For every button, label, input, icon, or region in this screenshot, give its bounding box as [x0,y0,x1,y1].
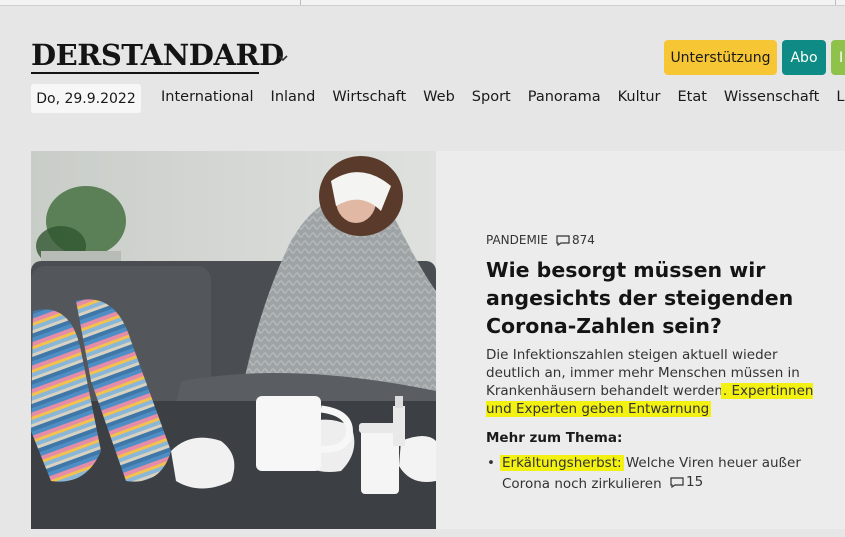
related-comment-value: 15 [685,474,704,490]
nav-item-wissenschaft[interactable]: Wissenschaft [724,89,819,105]
related-highlight: Erkältungsherbst: [502,455,622,471]
sick-woman-sofa-illustration [31,151,436,529]
kicker-label[interactable]: PANDEMIE [486,233,548,247]
nav-item-panorama[interactable]: Panorama [528,89,601,105]
more-topic-title: Mehr zum Thema: [486,430,623,446]
comment-bubble-icon [556,234,570,246]
nav-item-inland[interactable]: Inland [271,89,316,105]
support-button[interactable]: Unterstützung [664,40,777,75]
section-nav: International Inland Wirtschaft Web Spor… [161,89,845,105]
date-chip: Do, 29.9.2022 [31,84,141,113]
browser-top-strip [0,0,845,6]
strip-divider [300,0,301,5]
nav-item-wirtschaft[interactable]: Wirtschaft [332,89,406,105]
abo-button[interactable]: Abo [782,40,826,75]
related-list: • Erkältungsherbst: Welche Viren heuer a… [486,454,816,494]
site-logo[interactable]: DERSTANDARD [31,40,284,74]
article-kicker: PANDEMIE 874 [486,233,595,247]
article-teaser[interactable]: Die Infektionszahlen steigen aktuell wie… [486,346,831,418]
nav-item-international[interactable]: International [161,89,254,105]
nav-item-lifestyle[interactable]: Lif [836,89,845,105]
comment-bubble-icon [670,477,684,488]
comment-count[interactable]: 874 [556,233,595,247]
nav-item-web[interactable]: Web [423,89,455,105]
nav-item-etat[interactable]: Etat [677,89,706,105]
logo-underline [31,72,259,74]
related-comment-count[interactable]: 15 [670,473,703,492]
comment-count-value: 874 [571,233,595,247]
chevron-down-icon[interactable] [278,52,288,65]
article-headline[interactable]: Wie besorgt müssen wir angesichts der st… [486,256,826,340]
nav-item-sport[interactable]: Sport [472,89,511,105]
partial-nav-button[interactable]: I [831,40,845,75]
related-item[interactable]: • Erkältungsherbst: Welche Viren heuer a… [486,454,816,494]
nav-item-kultur[interactable]: Kultur [618,89,661,105]
strip-divider [835,0,836,5]
logo-text: DERSTANDARD [31,38,284,72]
bullet: • [487,455,495,471]
article-photo[interactable] [31,151,436,529]
